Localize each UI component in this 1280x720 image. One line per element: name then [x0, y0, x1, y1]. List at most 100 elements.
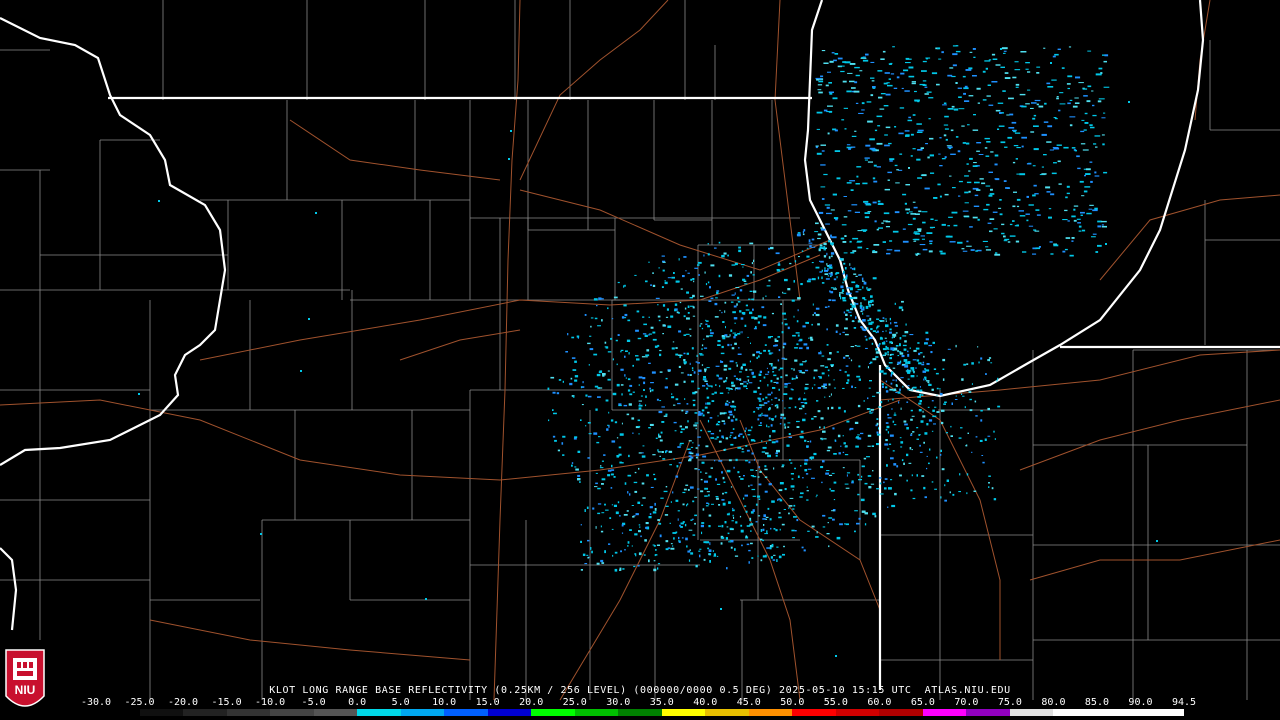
- echo-pixel: [584, 314, 587, 316]
- echo-pixel: [601, 483, 604, 485]
- echo-pixel: [652, 338, 657, 341]
- echo-pixel: [873, 244, 880, 246]
- echo-pixel: [746, 449, 750, 452]
- echo-pixel: [811, 417, 814, 420]
- echo-pixel: [793, 516, 797, 518]
- echo-pixel: [919, 389, 923, 392]
- echo-pixel: [627, 541, 630, 544]
- echo-pixel: [1057, 48, 1061, 50]
- echo-pixel: [990, 188, 993, 191]
- echo-pixel: [870, 483, 875, 485]
- echo-pixel: [864, 216, 870, 219]
- echo-pixel: [745, 309, 750, 311]
- echo-pixel: [865, 305, 869, 309]
- echo-pixel: [912, 201, 916, 203]
- echo-pixel: [816, 79, 819, 81]
- echo-pixel: [869, 380, 872, 382]
- echo-pixel: [648, 559, 650, 563]
- echo-pixel: [596, 373, 601, 377]
- echo-pixel: [604, 341, 607, 344]
- echo-pixel: [864, 212, 870, 214]
- echo-pixel: [706, 367, 710, 369]
- echo-pixel: [984, 60, 991, 62]
- echo-pixel: [693, 371, 696, 374]
- echo-pixel: [1001, 47, 1008, 50]
- echo-pixel: [828, 272, 831, 275]
- echo-pixel: [1098, 98, 1105, 100]
- echo-pixel: [657, 304, 659, 306]
- echo-pixel: [737, 301, 741, 303]
- echo-pixel: [783, 292, 787, 294]
- echo-pixel: [911, 474, 913, 477]
- echo-pixel: [650, 326, 654, 329]
- echo-pixel: [822, 514, 826, 517]
- echo-pixel: [892, 46, 895, 48]
- echo-pixel: [846, 309, 850, 312]
- echo-pixel: [884, 487, 887, 490]
- echo-pixel: [877, 203, 884, 205]
- echo-pixel: [784, 407, 786, 409]
- echo-pixel: [714, 302, 718, 306]
- echo-pixel: [789, 397, 793, 400]
- echo-pixel: [928, 462, 930, 465]
- echo-pixel: [884, 337, 887, 339]
- echo-pixel: [851, 268, 854, 270]
- echo-pixel: [1003, 240, 1008, 242]
- echo-pixel: [905, 184, 910, 186]
- echo-pixel: [600, 559, 604, 563]
- echo-pixel: [739, 515, 742, 518]
- echo-pixel: [817, 410, 821, 413]
- echo-pixel: [687, 489, 690, 491]
- echo-pixel: [765, 452, 769, 455]
- echo-pixel: [610, 487, 613, 489]
- echo-pixel: [981, 182, 986, 185]
- echo-pixel: [758, 466, 761, 468]
- echo-pixel: [832, 299, 836, 302]
- echo-pixel: [799, 435, 804, 438]
- echo-pixel: [1090, 180, 1093, 183]
- echo-pixel: [839, 293, 841, 297]
- echo-pixel: [651, 371, 656, 374]
- echo-pixel: [939, 165, 943, 167]
- echo-pixel: [898, 401, 900, 404]
- echo-pixel: [966, 163, 969, 165]
- echo-pixel: [675, 398, 679, 401]
- echo-pixel: [922, 60, 927, 63]
- echo-pixel: [852, 237, 859, 240]
- echo-pixel: [798, 370, 802, 372]
- echo-pixel: [759, 414, 762, 416]
- echo-pixel: [637, 565, 640, 567]
- echo-pixel: [921, 475, 925, 477]
- echo-pixel: [723, 380, 726, 383]
- echo-pixel: [813, 376, 815, 380]
- echo-pixel: [1032, 117, 1036, 120]
- echo-pixel: [690, 519, 693, 521]
- echo-pixel: [846, 472, 851, 474]
- echo-pixel: [678, 258, 680, 261]
- echo-pixel: [659, 349, 662, 352]
- echo-pixel: [685, 412, 688, 414]
- echo-pixel: [872, 411, 874, 413]
- echo-pixel: [999, 213, 1003, 216]
- echo-pixel: [966, 363, 969, 365]
- echo-pixel: [853, 296, 858, 300]
- echo-pixel: [747, 434, 751, 436]
- echo-pixel: [691, 347, 694, 350]
- echo-pixel: [746, 543, 750, 546]
- echo-pixel: [892, 230, 899, 233]
- echo-pixel: [775, 252, 780, 255]
- echo-pixel: [764, 344, 767, 346]
- echo-pixel: [843, 107, 848, 109]
- echo-pixel: [736, 303, 738, 306]
- echo-pixel: [804, 469, 808, 472]
- echo-pixel: [1082, 88, 1088, 90]
- echo-pixel: [650, 486, 654, 488]
- echo-pixel: [893, 87, 898, 89]
- echo-pixel: [595, 482, 598, 485]
- echo-pixel: [908, 462, 912, 464]
- echo-pixel: [704, 487, 708, 490]
- echo-pixel: [260, 533, 262, 535]
- echo-pixel: [768, 352, 772, 355]
- echo-pixel: [934, 488, 937, 490]
- echo-pixel: [867, 445, 871, 447]
